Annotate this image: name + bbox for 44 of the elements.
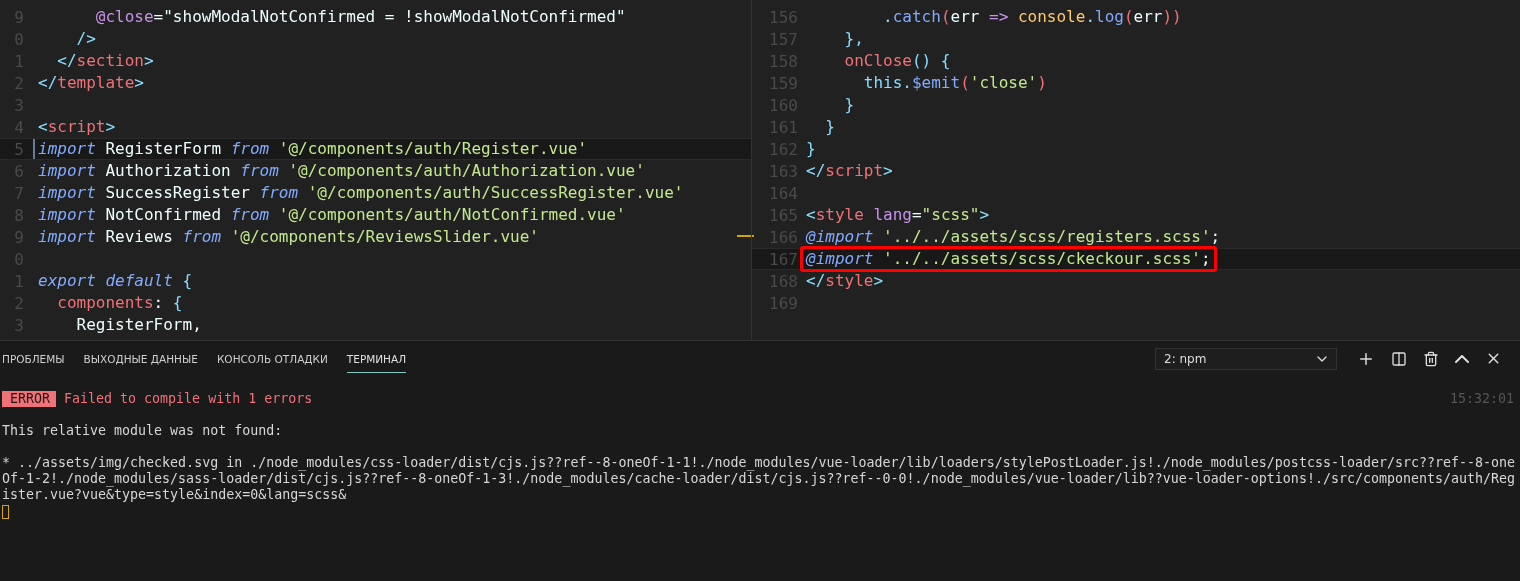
error-message: Failed to compile with 1 errors <box>64 391 313 407</box>
terminal-output-line: Of-1-2!./node_modules/sass-loader/dist/cjs.js??ref--8-oneOf-1-3!./node_modules/cache-loader/dist/cjs.js??ref--0-0!./node_modules/vue-loader/lib??vue-loader-options!./src/components/auth/Reg <box>2 471 1516 487</box>
code-line: </script> <box>806 162 893 180</box>
code-line: this.$emit('close') <box>862 74 1047 92</box>
trash-button[interactable] <box>1423 350 1439 367</box>
code-line: import NotConfirmed from '@/components/auth/NotConfirmed.vue' <box>38 206 626 224</box>
code-line: } <box>843 96 855 114</box>
code-line: <style lang="scss"> <box>806 206 990 224</box>
code-line: import RegisterForm from '@/components/auth/Register.vue' <box>38 140 588 158</box>
panel-tab[interactable]: ВЫХОДНЫЕ ДАННЫЕ <box>83 344 198 373</box>
code-line: </style> <box>806 272 884 290</box>
code-line: onClose() { <box>843 52 951 70</box>
code-line: export default { <box>38 272 193 290</box>
chevron-up-icon <box>1455 354 1469 363</box>
code-line: @import '../../assets/scss/registers.scss'; <box>806 228 1221 246</box>
code-line: </section> <box>56 52 154 70</box>
code-line: @close="showModalNotConfirmed = !showModalNotConfirmed" <box>94 8 626 26</box>
panel-tab[interactable]: КОНСОЛЬ ОТЛАДКИ <box>216 344 328 373</box>
code-line: import Authorization from '@/components/auth/Authorization.vue' <box>38 162 645 180</box>
code-line: } <box>824 118 835 136</box>
panel-tab[interactable]: ПРОБЛЕМЫ <box>2 344 65 373</box>
code-line: RegisterForm, <box>75 316 202 334</box>
terminal-cursor <box>2 505 9 519</box>
code-line: } <box>806 140 816 158</box>
code-line: import Reviews from '@/components/ReviewsSlider.vue' <box>38 228 539 246</box>
error-badge: ERROR <box>2 391 57 407</box>
terminal-select[interactable]: 2: npm <box>1155 347 1337 370</box>
trash-icon <box>1423 350 1439 367</box>
panel-tab[interactable]: ТЕРМИНАЛ <box>346 344 407 373</box>
terminal-output-line: * ../assets/img/checked.svg in ./node_modules/css-loader/dist/cjs.js??ref--8-oneOf-1-1!./node_modules/vue-loader/lib/loaders/stylePostLoader.js!./node_modules/postcss-loader/src??ref--8-one <box>2 455 1516 471</box>
cursor-line-indicator <box>33 139 35 159</box>
split-icon <box>1391 350 1407 367</box>
code-line: <script> <box>38 118 116 136</box>
code-line: import SuccessRegister from '@/components/auth/SuccessRegister.vue' <box>38 184 684 202</box>
code-line: /> <box>75 30 96 48</box>
maximize-panel-button[interactable] <box>1455 354 1469 363</box>
terminal-output-line: ister.vue?vue&type=style&index=0&lang=scss& <box>2 487 347 503</box>
timestamp: 15:32:01 <box>1449 391 1514 407</box>
code-line: </template> <box>38 74 144 92</box>
code-line: components: { <box>56 294 183 312</box>
code-line: }, <box>843 30 864 48</box>
split-terminal-button[interactable] <box>1391 350 1407 367</box>
code-line: .catch(err => console.log(err)) <box>882 8 1182 26</box>
terminal-output-line: This relative module was not found: <box>2 423 283 439</box>
